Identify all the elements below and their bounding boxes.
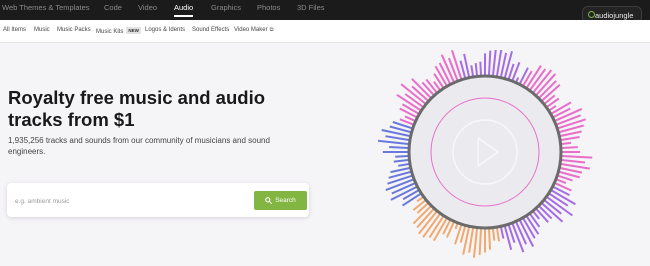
waveform-bar: [538, 205, 553, 220]
waveform-bar: [560, 136, 580, 141]
waveform-bar: [479, 61, 482, 76]
waveform-bar: [438, 62, 451, 84]
waveform-bar: [560, 167, 583, 174]
waveform-bar: [488, 228, 492, 250]
search-icon: [265, 197, 273, 204]
waveform-bar: [377, 139, 409, 145]
waveform-bar: [416, 196, 424, 203]
waveform-bar: [561, 155, 593, 159]
subnav-label: Music: [34, 27, 50, 33]
new-badge: NEW: [126, 27, 141, 34]
waveform-bar: [561, 159, 586, 164]
top-nav: Web Themes & Templates Code Video Audio …: [0, 0, 650, 20]
subnav-item-logos-idents[interactable]: Logos & Idents: [145, 27, 185, 33]
waveform-bar: [391, 182, 416, 195]
topnav-item-video[interactable]: Video: [138, 0, 157, 17]
waveform-bar: [389, 146, 409, 149]
waveform-bar: [472, 228, 478, 258]
waveform-bar: [385, 135, 410, 141]
subnav-item-music[interactable]: Music: [34, 27, 50, 33]
waveform-bar: [560, 130, 582, 137]
waveform-bar: [492, 228, 496, 241]
audio-waveform-illustration: [377, 50, 593, 258]
waveform-bar: [535, 208, 549, 223]
topnav-item-graphics[interactable]: Graphics: [211, 0, 241, 17]
search-input[interactable]: [13, 190, 237, 212]
waveform-bar: [500, 227, 505, 239]
waveform-bar: [390, 167, 410, 174]
record-disc: [407, 74, 563, 230]
waveform-bar: [561, 141, 572, 145]
waveform-bar: [560, 163, 590, 170]
subnav-item-all-items[interactable]: All Items: [3, 27, 26, 33]
search-card: Search: [7, 183, 309, 217]
waveform-bar: [393, 159, 409, 163]
subnav-item-music-kits[interactable]: Music Kits NEW: [96, 27, 141, 35]
brand-label: audiojungle: [595, 11, 634, 20]
subnav-label: Video Maker: [234, 27, 268, 33]
waveform-bar: [404, 115, 416, 122]
waveform-bar: [549, 105, 557, 111]
waveform-bar: [395, 155, 409, 158]
subnav-item-sound-effects[interactable]: Sound Effects: [192, 27, 229, 33]
waveform-bar: [488, 50, 492, 76]
subnav-item-video-maker[interactable]: Video Maker ⧉: [234, 27, 274, 34]
waveform-bar: [399, 107, 417, 118]
subnav-label: All Items: [3, 27, 27, 33]
sub-nav: All Items Music Music Packs Music Kits NE…: [0, 20, 650, 43]
waveform-bar: [492, 50, 497, 76]
subnav-label: Music Packs: [57, 27, 91, 33]
subnav-label: Logos & Idents: [145, 27, 186, 33]
waveform-bar: [561, 146, 578, 149]
audiojungle-logo-icon: [588, 11, 595, 18]
search-button-label: Search: [275, 197, 296, 204]
waveform-bar: [421, 81, 435, 96]
waveform-bar: [470, 65, 474, 77]
subnav-item-music-packs[interactable]: Music Packs: [57, 27, 91, 33]
waveform-bar: [556, 178, 567, 185]
topnav-item-3d-files[interactable]: 3D Files: [297, 0, 325, 17]
waveform-bar: [454, 223, 459, 230]
subnav-label: Music Kits: [96, 29, 124, 35]
topnav-item-audio[interactable]: Audio: [174, 0, 194, 17]
subnav-label: Sound Effects: [192, 27, 230, 33]
waveform-bar: [496, 227, 501, 242]
search-button[interactable]: Search: [254, 191, 307, 210]
waveform-bar: [532, 211, 540, 220]
waveform-bar: [459, 60, 467, 78]
waveform-bar: [515, 221, 528, 245]
page-title: Royalty free music and audio tracks from…: [8, 87, 266, 130]
page-subtitle: 1,935,256 tracks and sounds from our com…: [8, 136, 270, 156]
waveform-bar: [398, 163, 410, 167]
waveform-bar: [459, 226, 467, 243]
waveform-bar: [425, 78, 438, 93]
topnav-item-photos[interactable]: Photos: [257, 0, 280, 17]
topnav-item-code[interactable]: Code: [104, 0, 122, 17]
waveform-bar: [474, 62, 478, 76]
waveform-bar: [468, 227, 474, 253]
topnav-item-web-themes[interactable]: Web Themes & Templates: [2, 0, 90, 17]
waveform-bar: [557, 174, 573, 182]
waveform-bar: [451, 50, 463, 80]
waveform-bar: [515, 77, 520, 83]
external-link-icon: ⧉: [269, 27, 274, 33]
waveform-bar: [478, 228, 482, 256]
